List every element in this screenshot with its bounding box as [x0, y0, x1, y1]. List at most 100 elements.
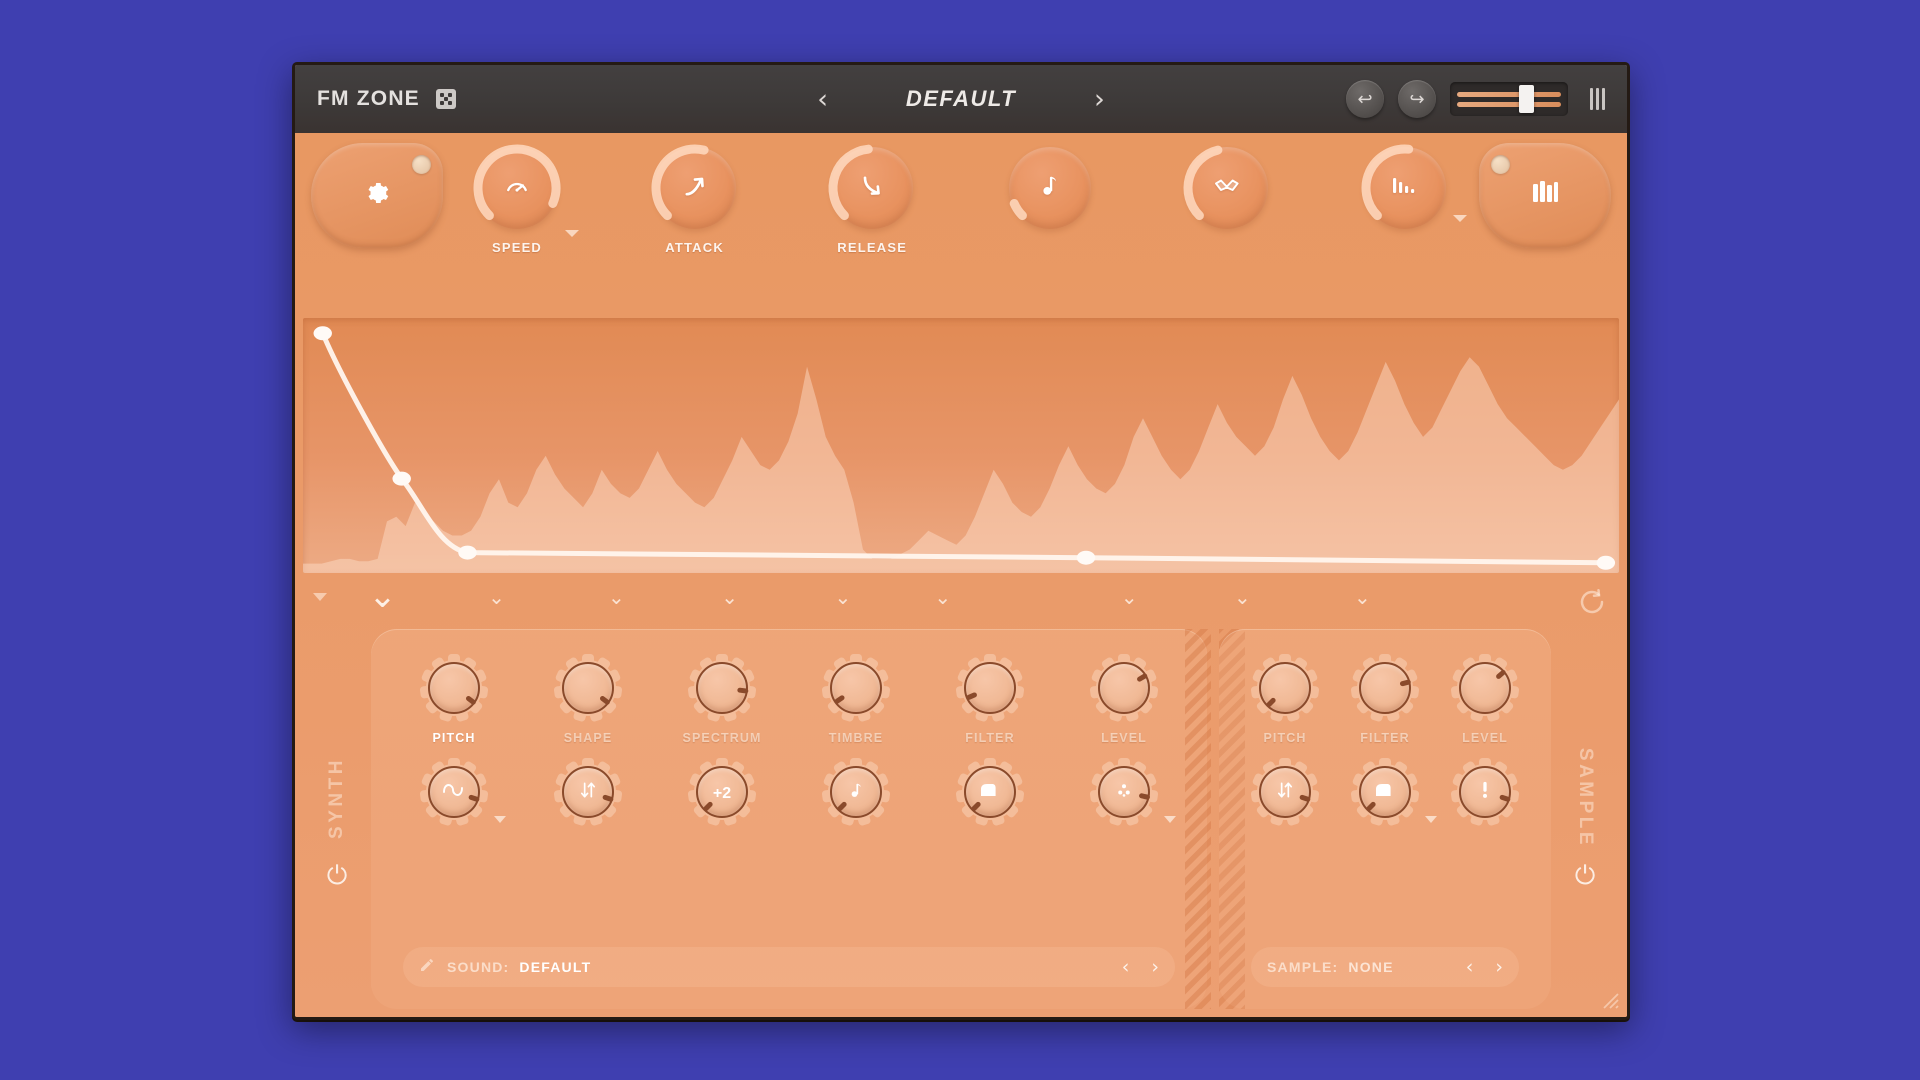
- sample-bottom-knob-up-down-arrows-icon[interactable]: [1250, 757, 1320, 827]
- gauge-icon: [503, 172, 531, 205]
- knob-menu-caret-icon[interactable]: [1164, 816, 1176, 823]
- knob-face: [428, 766, 480, 818]
- sample-bottom-cell-1: [1337, 757, 1437, 827]
- sound-statusbar[interactable]: SOUND: DEFAULT ‹ ›: [403, 947, 1175, 987]
- module-caret-6[interactable]: ⌄: [1121, 587, 1138, 607]
- envelope-node-1[interactable]: [392, 471, 411, 486]
- knob-speed[interactable]: [473, 144, 561, 229]
- knob-label: SHAPE: [563, 731, 613, 745]
- sample-statusbar[interactable]: SAMPLE: NONE ‹ ›: [1251, 947, 1519, 987]
- dice-icon[interactable]: [435, 89, 456, 109]
- knob-face: [1098, 766, 1150, 818]
- envelope-node-3[interactable]: [1076, 550, 1096, 565]
- note-icon: [847, 781, 866, 804]
- knob-face: [964, 662, 1016, 714]
- redo-button[interactable]: ↪: [1398, 80, 1436, 118]
- synth-top-cell-5: LEVEL: [1076, 653, 1172, 745]
- synth-top-knob-shape[interactable]: [553, 653, 623, 723]
- sample-value: NONE: [1348, 959, 1394, 975]
- plugin-body: SPEED ATTACK RELEASE ⌄ ⌄ ⌄ ⌄ ⌄ ⌄ ⌄ ⌄ ⌄ S…: [295, 133, 1627, 1017]
- settings-button[interactable]: [311, 143, 443, 248]
- exclamation-icon: [1477, 780, 1493, 804]
- knob-menu-caret-icon[interactable]: [494, 816, 506, 823]
- pencil-icon[interactable]: [419, 957, 435, 977]
- note-icon: [1037, 173, 1063, 204]
- sample-top-knob-pitch[interactable]: [1250, 653, 1320, 723]
- synth-bottom-knob-up-down-arrows-icon[interactable]: [553, 757, 623, 827]
- envelope-node-2[interactable]: [458, 545, 477, 560]
- synth-section-label: SYNTH: [326, 757, 347, 839]
- synth-top-knob-filter[interactable]: [955, 653, 1025, 723]
- synth-bottom-cell-0: [406, 757, 506, 827]
- module-caret-2[interactable]: ⌄: [608, 587, 625, 607]
- next-sample-button[interactable]: ›: [1495, 957, 1503, 977]
- sample-bottom-knob-exclamation-icon[interactable]: [1450, 757, 1520, 827]
- synth-top-knob-pitch[interactable]: [419, 653, 489, 723]
- synth-top-knob-spectrum[interactable]: [687, 653, 757, 723]
- sample-label: SAMPLE:: [1267, 959, 1339, 975]
- synth-panel: PITCH SHAPE SPECTRUM TIMBRE FILTER LEVEL +2 S…: [371, 629, 1207, 1009]
- next-sound-button[interactable]: ›: [1151, 957, 1159, 977]
- synth-power-button[interactable]: ⏻: [322, 861, 352, 891]
- knob-mod3[interactable]: [1008, 147, 1091, 229]
- preset-navigator: ‹ DEFAULT ›: [811, 84, 1111, 115]
- sound-label: SOUND:: [447, 959, 510, 975]
- top-knob-speed: SPEED: [465, 144, 579, 255]
- prev-preset-button[interactable]: ‹: [811, 84, 834, 115]
- module-caret-8[interactable]: ⌄: [1354, 587, 1371, 607]
- preset-name[interactable]: DEFAULT: [886, 86, 1036, 112]
- top-knob-attack: ATTACK: [643, 144, 747, 255]
- keyboard-button[interactable]: [1479, 143, 1611, 248]
- sample-top-knob-level[interactable]: [1450, 653, 1520, 723]
- module-caret-0[interactable]: ⌄: [368, 579, 397, 613]
- knob-mod5[interactable]: [1361, 144, 1446, 229]
- module-caret-3[interactable]: ⌄: [721, 587, 738, 607]
- sample-power-button[interactable]: ⏻: [1570, 861, 1600, 891]
- next-preset-button[interactable]: ›: [1088, 84, 1111, 115]
- module-caret-4[interactable]: ⌄: [834, 587, 851, 607]
- knob-face: [562, 766, 614, 818]
- knob-menu-caret-icon[interactable]: [1452, 215, 1467, 222]
- screen-root: FM ZONE ‹ DEFAULT › ↩ ↪ SPEED ATTACK REL…: [0, 0, 1920, 1080]
- prev-sample-button[interactable]: ‹: [1466, 957, 1474, 977]
- synth-top-knob-timbre[interactable]: [821, 653, 891, 723]
- knob-release[interactable]: [828, 144, 914, 229]
- sample-bottom-cell-2: [1437, 757, 1533, 827]
- synth-rail: SYNTH ⏻: [303, 573, 371, 1009]
- arrow-down-icon: [858, 172, 886, 205]
- knob-attack[interactable]: [651, 144, 736, 229]
- synth-bottom-knob-plus-two-label[interactable]: +2: [687, 757, 757, 827]
- module-caret-5[interactable]: ⌄: [934, 587, 951, 607]
- sample-bottom-knob-ramp-filter-icon[interactable]: [1350, 757, 1420, 827]
- synth-bottom-knob-note-icon[interactable]: [821, 757, 891, 827]
- envelope-node-0[interactable]: [313, 326, 332, 341]
- module-caret-1[interactable]: ⌄: [488, 587, 505, 607]
- knob-mod4[interactable]: [1183, 145, 1269, 229]
- synth-bottom-knob-sine-wave-icon[interactable]: [419, 757, 489, 827]
- synth-bottom-knob-dots-noise-icon[interactable]: [1089, 757, 1159, 827]
- synth-bottom-cell-2: +2: [674, 757, 770, 827]
- sample-top-knob-filter[interactable]: [1350, 653, 1420, 723]
- envelope-node-4[interactable]: [1596, 555, 1616, 570]
- volume-slider-handle[interactable]: [1519, 85, 1535, 113]
- synth-bottom-cell-5: [1076, 757, 1176, 827]
- module-caret-7[interactable]: ⌄: [1234, 587, 1251, 607]
- modules-area: ⌄ ⌄ ⌄ ⌄ ⌄ ⌄ ⌄ ⌄ ⌄ SYNTH ⏻ PITCH SHAPE SPECTRUM TIMB…: [295, 573, 1627, 1017]
- prev-sound-button[interactable]: ‹: [1122, 957, 1130, 977]
- plugin-window: FM ZONE ‹ DEFAULT › ↩ ↪ SPEED ATTACK REL…: [292, 62, 1630, 1020]
- sample-top-cell-0: PITCH: [1237, 653, 1333, 745]
- titlebar: FM ZONE ‹ DEFAULT › ↩ ↪: [295, 65, 1627, 133]
- knob-menu-caret-icon[interactable]: [1425, 816, 1437, 823]
- undo-button[interactable]: ↩: [1346, 80, 1384, 118]
- top-controls: SPEED ATTACK RELEASE: [295, 133, 1627, 318]
- titlebar-right-controls: ↩ ↪: [1346, 80, 1605, 118]
- volume-slider[interactable]: [1450, 82, 1568, 116]
- sample-bottom-knob-row: [1235, 757, 1535, 827]
- knob-menu-caret-icon[interactable]: [565, 230, 579, 237]
- knob-face: [1259, 766, 1311, 818]
- menu-bars-icon[interactable]: [1590, 88, 1605, 110]
- plus-two-label: +2: [712, 784, 732, 802]
- envelope-spectrum-display[interactable]: [303, 318, 1619, 573]
- synth-top-knob-level[interactable]: [1089, 653, 1159, 723]
- synth-bottom-knob-ramp-filter-icon[interactable]: [955, 757, 1025, 827]
